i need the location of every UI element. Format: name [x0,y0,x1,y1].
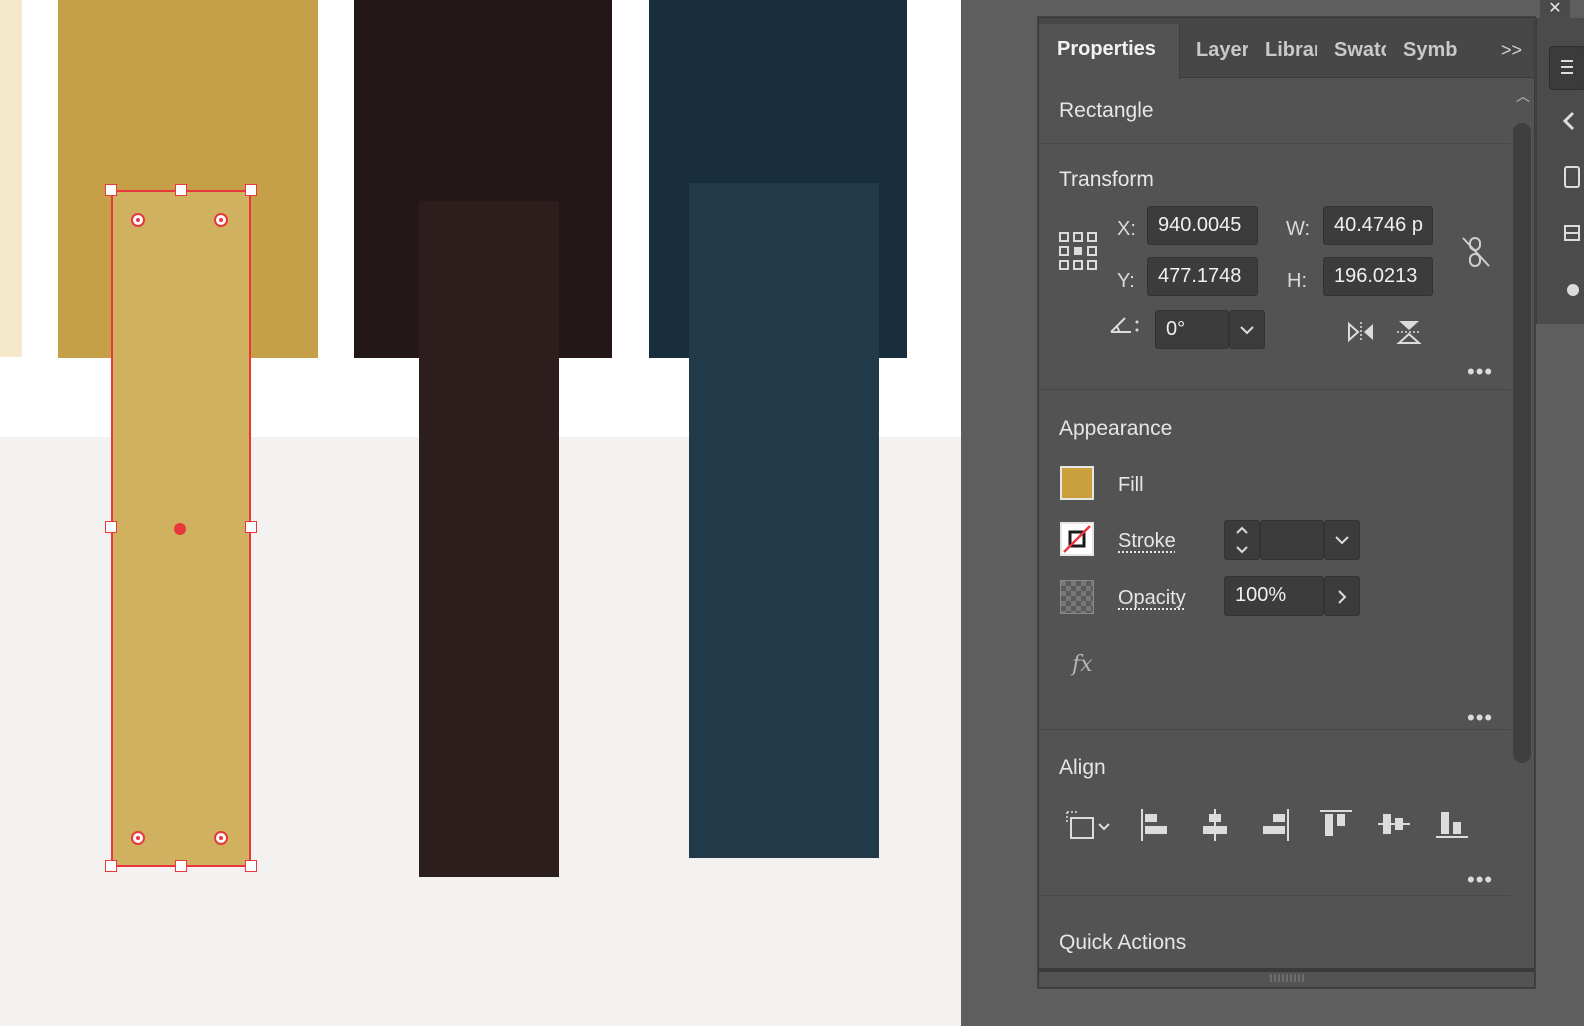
object-type-label: Rectangle [1059,99,1154,122]
brown-bar-rectangle[interactable] [419,201,559,877]
stroke-label[interactable]: Stroke [1118,530,1176,553]
tab-libraries[interactable]: Libraries [1265,32,1317,78]
resize-handle-middle-right[interactable] [245,521,257,533]
stroke-weight-stepper[interactable] [1224,520,1260,560]
x-position-field[interactable]: 940.0045 [1147,206,1258,245]
align-to-selection-dropdown-icon[interactable] [1065,810,1115,842]
corner-radius-widget-bottom-left[interactable] [131,831,145,845]
resize-handle-top-right[interactable] [245,184,257,196]
y-label: Y: [1117,270,1135,292]
h-label: H: [1287,270,1307,292]
align-top-icon[interactable] [1319,808,1353,840]
reference-point-icon[interactable] [1059,232,1097,270]
opacity-chevron-right-icon[interactable] [1324,576,1360,616]
resize-handle-top-left[interactable] [105,184,117,196]
fill-swatch[interactable] [1060,466,1094,500]
panel-tab-bar: Properties Layers Libraries Swatches Sym… [1039,18,1534,79]
resize-handle-top-center[interactable] [175,184,187,196]
opacity-checker-icon [1060,580,1094,614]
align-section: Align ••• [1039,729,1511,895]
appearance-more-options-icon[interactable]: ••• [1467,705,1493,731]
stroke-swatch-none-icon[interactable] [1060,522,1094,556]
corner-radius-widget-top-left[interactable] [131,213,145,227]
panel-bottom-border [1039,968,1534,972]
rotate-angle-icon [1107,312,1141,338]
y-position-field[interactable]: 477.1748 [1147,257,1258,296]
opacity-label[interactable]: Opacity [1118,587,1186,610]
layers-panel-icon[interactable] [1559,110,1583,134]
quick-actions-title: Quick Actions [1059,931,1187,954]
align-left-icon[interactable] [1139,808,1171,842]
width-field[interactable]: 40.4746 p [1323,206,1433,245]
swatches-panel-icon[interactable] [1559,222,1583,246]
artboard-canvas[interactable] [0,0,961,1026]
close-icon[interactable]: ✕ [1540,0,1570,18]
properties-panel-icon[interactable] [1549,46,1584,90]
height-field[interactable]: 196.0213 [1323,257,1433,296]
stroke-weight-field[interactable] [1260,520,1324,560]
tab-symbols[interactable]: Symbols [1403,32,1457,78]
align-right-icon[interactable] [1259,808,1291,842]
flip-horizontal-icon[interactable] [1345,320,1377,344]
constrain-proportions-icon[interactable] [1459,234,1493,270]
cream-rectangle[interactable] [0,0,22,357]
resize-handle-bottom-left[interactable] [105,860,117,872]
libraries-panel-icon[interactable] [1559,164,1583,188]
w-label: W: [1286,218,1311,240]
tab-layers[interactable]: Layers [1196,32,1248,78]
align-bottom-icon[interactable] [1435,808,1469,840]
transform-more-options-icon[interactable]: ••• [1467,359,1493,385]
corner-radius-widget-top-right[interactable] [214,213,228,227]
align-more-options-icon[interactable]: ••• [1467,867,1493,893]
collapsed-panel-strip [1536,18,1584,324]
align-title: Align [1059,756,1106,779]
align-vertical-center-icon[interactable] [1377,808,1411,840]
effects-fx-icon[interactable]: fx [1072,652,1093,677]
tab-properties[interactable]: Properties [1039,24,1180,79]
appearance-section: Appearance Fill Stroke Opacity 100% fx •… [1039,389,1511,731]
resize-handle-bottom-right[interactable] [245,860,257,872]
rotate-field[interactable]: 0° [1155,310,1229,349]
tab-swatches[interactable]: Swatches [1334,32,1386,78]
align-horizontal-center-icon[interactable] [1199,808,1231,842]
teal-bar-rectangle[interactable] [689,183,879,858]
stroke-weight-dropdown-chevron-icon[interactable] [1324,520,1360,560]
transform-title: Transform [1059,168,1154,191]
x-label: X: [1117,218,1136,240]
opacity-field[interactable]: 100% [1224,576,1324,616]
panel-resize-grip-icon[interactable] [1267,974,1307,982]
center-point[interactable] [174,523,186,535]
scroll-up-arrow-icon[interactable]: ︿ [1516,86,1530,106]
rotate-dropdown-chevron-icon[interactable] [1229,310,1265,349]
resize-handle-bottom-center[interactable] [175,860,187,872]
fill-label: Fill [1118,474,1144,496]
panel-scrollbar-thumb[interactable] [1513,123,1531,763]
panel-overflow-chevron-icon[interactable]: >> [1501,40,1522,61]
flip-vertical-icon[interactable] [1395,317,1423,347]
corner-radius-widget-bottom-right[interactable] [214,831,228,845]
quick-actions-section: Quick Actions [1039,895,1511,969]
comments-panel-icon[interactable] [1559,280,1583,304]
properties-panel: Properties Layers Libraries Swatches Sym… [1038,17,1535,988]
transform-section: Transform X: 940.0045 W: 40.4746 p Y: 47… [1039,143,1511,389]
appearance-title: Appearance [1059,417,1173,440]
resize-handle-middle-left[interactable] [105,521,117,533]
